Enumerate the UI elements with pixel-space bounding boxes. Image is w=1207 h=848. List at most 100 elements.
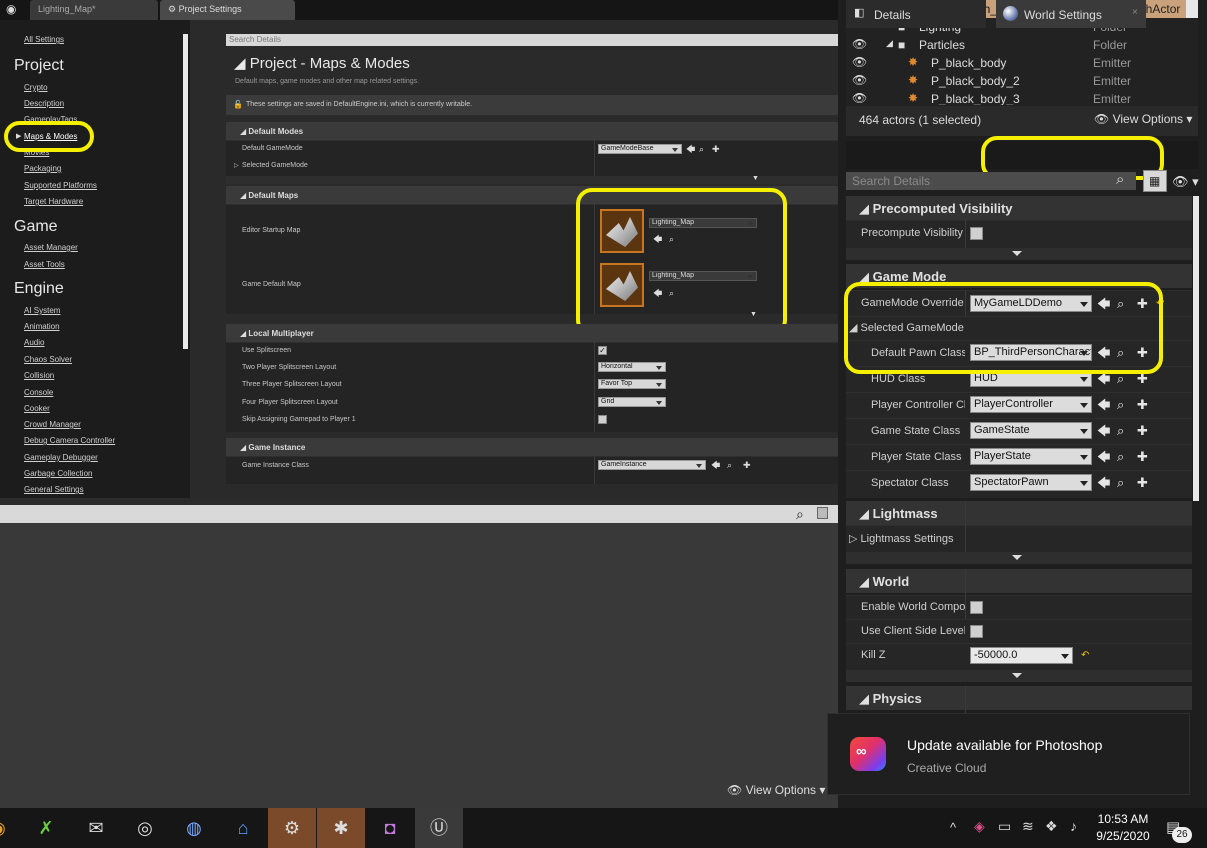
spectator-class-dropdown[interactable]: SpectatorPawn — [970, 474, 1092, 491]
add-plus-icon[interactable]: ✚ — [1137, 398, 1148, 412]
xnview-icon[interactable]: ✗ — [22, 808, 70, 848]
search-icon[interactable]: ⌕ — [796, 506, 804, 523]
nav-item-general-settings[interactable]: General Settings — [24, 485, 84, 494]
outliner-row[interactable]: 👁 ✸ P_black_body Emitter — [846, 54, 1198, 72]
nav-item-ai-system[interactable]: AI System — [24, 306, 60, 315]
browse-search-icon[interactable]: ⌕ — [1117, 450, 1124, 464]
nav-all-settings[interactable]: All Settings — [24, 35, 64, 44]
lightmass-settings-label[interactable]: ▷ Lightmass Settings — [849, 532, 965, 545]
mail-icon[interactable]: ✉ — [72, 808, 120, 848]
advanced-expander[interactable]: ▼ — [226, 175, 838, 184]
nav-item-packaging[interactable]: Packaging — [24, 164, 61, 173]
use-selected-arrow-icon[interactable]: 🡄 — [1097, 424, 1110, 438]
add-plus-icon[interactable]: ✚ — [1137, 450, 1148, 464]
unreal-engine-icon[interactable]: Ⓤ — [415, 808, 463, 848]
visibility-eye-icon[interactable]: 👁 — [852, 73, 867, 87]
browse-search-icon[interactable]: ⌕ — [1117, 372, 1124, 386]
game-state-dropdown[interactable]: GameState — [970, 422, 1092, 439]
nav-item-target-hardware[interactable]: Target Hardware — [24, 197, 83, 206]
obs-icon[interactable]: ◎ — [121, 808, 169, 848]
nav-item-animation[interactable]: Animation — [24, 322, 60, 331]
browse-search-icon[interactable]: ⌕ — [1117, 424, 1124, 438]
selected-gamemode-label[interactable]: Selected GameMode — [242, 162, 308, 169]
tab-details[interactable]: ◧ Details — [846, 0, 986, 28]
tray-chevron-up-icon[interactable]: ^ — [950, 820, 956, 835]
view-options-button[interactable]: 👁 View Options ▾ — [727, 783, 825, 797]
section-physics[interactable]: ◢ Physics — [846, 686, 1192, 710]
gog-icon[interactable]: ◘ — [366, 808, 414, 848]
nav-item-asset-manager[interactable]: Asset Manager — [24, 243, 78, 252]
tray-battery-icon[interactable]: ▭ — [998, 818, 1011, 835]
property-matrix-button[interactable]: ▦ — [1143, 170, 1167, 192]
use-selected-arrow-icon[interactable]: 🡄 — [1097, 450, 1110, 464]
close-icon[interactable]: × — [1132, 7, 1138, 18]
tab-world-settings[interactable]: World Settings × — [996, 0, 1146, 28]
browse-search-icon[interactable]: ⌕ — [699, 144, 704, 154]
save-icon[interactable] — [817, 507, 828, 519]
outliner-view-options[interactable]: 👁 View Options ▾ — [1094, 112, 1192, 126]
four-player-layout-dropdown[interactable]: Grid — [598, 397, 666, 407]
two-player-layout-dropdown[interactable]: Horizontal — [598, 362, 666, 372]
tray-cc-icon[interactable]: ◈ — [974, 818, 985, 835]
nav-item-gameplay-debugger[interactable]: Gameplay Debugger — [24, 453, 98, 462]
tab-project-settings[interactable]: ⚙ Project Settings — [160, 0, 295, 20]
content-search-bar[interactable] — [0, 505, 838, 523]
tab-lighting-map[interactable]: Lighting_Map* — [30, 0, 158, 20]
nav-item-supported-platforms[interactable]: Supported Platforms — [24, 181, 97, 190]
section-lightmass[interactable]: ◢ Lightmass — [846, 501, 1192, 525]
tray-dropbox-icon[interactable]: ❖ — [1045, 818, 1058, 835]
search-details-input[interactable]: Search Details — [226, 34, 838, 46]
nav-item-collision[interactable]: Collision — [24, 371, 54, 380]
slack-icon[interactable]: ✱ — [317, 808, 365, 848]
clock-date[interactable]: 9/25/2020 — [1093, 829, 1153, 843]
section-world[interactable]: ◢ World — [846, 569, 1192, 593]
add-plus-icon[interactable]: ✚ — [1137, 424, 1148, 438]
use-selected-arrow-icon[interactable]: 🡄 — [711, 460, 720, 470]
chrome-icon[interactable]: ◉ — [0, 808, 12, 848]
expand-arrow-icon[interactable]: ▷ — [234, 162, 239, 169]
reset-default-icon[interactable]: ↶ — [1081, 649, 1089, 663]
outliner-row[interactable]: 👁 ✸ P_black_body_2 Emitter — [846, 72, 1198, 90]
kill-z-input[interactable]: -50000.0 — [970, 647, 1073, 664]
nav-item-cooker[interactable]: Cooker — [24, 404, 50, 413]
vr-icon[interactable]: ◍ — [170, 808, 218, 848]
precompute-visibility-checkbox[interactable] — [970, 227, 983, 240]
advanced-expander[interactable] — [846, 248, 1192, 260]
visibility-eye-icon[interactable]: 👁 — [852, 37, 867, 51]
details-scrollbar[interactable] — [1193, 196, 1199, 501]
nav-item-crypto[interactable]: Crypto — [24, 83, 48, 92]
search-icon[interactable]: ⌕ — [1116, 171, 1124, 188]
expand-arrow-icon[interactable]: ◢ — [886, 38, 893, 49]
nav-item-description[interactable]: Description — [24, 99, 64, 108]
add-plus-icon[interactable]: ✚ — [743, 460, 751, 470]
section-local-multiplayer[interactable]: ◢ Local Multiplayer — [226, 324, 838, 342]
details-search-input[interactable]: Search Details — [846, 172, 1136, 190]
section-game-instance[interactable]: ◢ Game Instance — [226, 438, 838, 456]
advanced-expander[interactable] — [846, 552, 1192, 564]
add-plus-icon[interactable]: ✚ — [1137, 476, 1148, 490]
player-controller-dropdown[interactable]: PlayerController — [970, 396, 1092, 413]
home-icon[interactable]: ⌂ — [219, 808, 267, 848]
browse-search-icon[interactable]: ⌕ — [727, 460, 732, 470]
visibility-eye-icon[interactable]: 👁 — [852, 91, 867, 105]
nav-item-console[interactable]: Console — [24, 388, 53, 397]
nav-item-chaos-solver[interactable]: Chaos Solver — [24, 355, 72, 364]
outliner-row[interactable]: 👁 ◢ ■ Particles Folder — [846, 36, 1198, 54]
use-selected-arrow-icon[interactable]: 🡄 — [1097, 372, 1110, 386]
outliner-scrollbar[interactable] — [1186, 0, 1198, 18]
use-selected-arrow-icon[interactable]: 🡄 — [1097, 476, 1110, 490]
nav-item-garbage-collection[interactable]: Garbage Collection — [24, 469, 92, 478]
section-precomputed-visibility[interactable]: ◢ Precomputed Visibility — [846, 196, 1192, 220]
default-gamemode-dropdown[interactable]: GameModeBase — [598, 144, 682, 154]
nav-item-audio[interactable]: Audio — [24, 338, 44, 347]
use-selected-arrow-icon[interactable]: 🡄 — [1097, 398, 1110, 412]
game-instance-class-dropdown[interactable]: GameInstance — [598, 460, 706, 470]
browse-search-icon[interactable]: ⌕ — [1117, 398, 1124, 412]
nav-item-debug-camera[interactable]: Debug Camera Controller — [24, 436, 115, 445]
update-notification[interactable]: ∞ Update available for Photoshop Creativ… — [827, 713, 1190, 795]
enable-world-composition-checkbox[interactable] — [970, 601, 983, 614]
browse-search-icon[interactable]: ⌕ — [1117, 476, 1124, 490]
tray-wifi-icon[interactable]: ≋ — [1022, 818, 1034, 835]
steam-icon[interactable]: ⚙ — [268, 808, 316, 848]
clock-time[interactable]: 10:53 AM — [1093, 812, 1153, 826]
